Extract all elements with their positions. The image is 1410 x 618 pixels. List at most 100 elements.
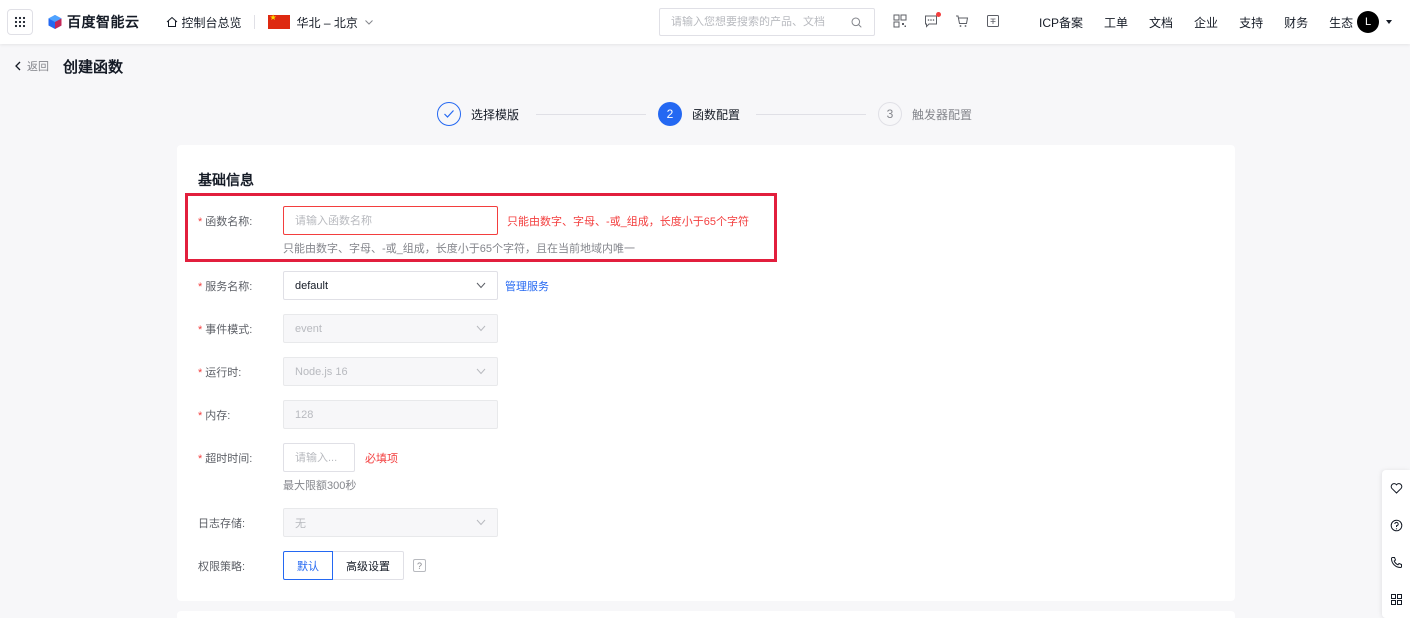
apps-icon bbox=[1390, 594, 1402, 605]
contact-button[interactable] bbox=[1382, 544, 1410, 581]
nav-link-ecosystem[interactable]: 生态 bbox=[1329, 14, 1353, 31]
top-navigation-bar: 百度智能云 控制台总览 华北 – 北京 ICP备案 工单 文档 企业 支 bbox=[0, 0, 1410, 44]
qrcode-icon bbox=[893, 14, 907, 28]
home-icon bbox=[166, 16, 177, 27]
permission-default-option[interactable]: 默认 bbox=[283, 551, 333, 580]
bill-icon bbox=[987, 15, 999, 27]
permission-advanced-option[interactable]: 高级设置 bbox=[333, 551, 404, 580]
nav-link-support[interactable]: 支持 bbox=[1239, 14, 1263, 31]
feedback-button[interactable] bbox=[1382, 470, 1410, 507]
step-label: 选择模版 bbox=[471, 107, 520, 122]
step-select-template[interactable]: 选择模版 bbox=[437, 102, 519, 126]
permission-label: 权限策略: bbox=[198, 561, 246, 573]
help-icon[interactable]: ? bbox=[413, 559, 426, 572]
chevron-down-icon bbox=[476, 519, 486, 526]
memory-input[interactable]: 128 bbox=[283, 400, 498, 429]
manage-service-link[interactable]: 管理服务 bbox=[505, 278, 549, 294]
cart-icon bbox=[956, 15, 969, 27]
brand-logo[interactable]: 百度智能云 bbox=[47, 12, 140, 32]
runtime-value: Node.js 16 bbox=[295, 365, 348, 378]
global-search[interactable] bbox=[659, 8, 875, 36]
log-storage-select[interactable]: 无 bbox=[283, 508, 498, 537]
next-section-card bbox=[177, 611, 1235, 618]
console-overview-label: 控制台总览 bbox=[181, 15, 242, 30]
memory-label: * 内存: bbox=[198, 410, 231, 422]
step-function-config[interactable]: 2 函数配置 bbox=[658, 102, 740, 126]
phone-icon bbox=[1390, 557, 1402, 569]
console-overview-link[interactable]: 控制台总览 bbox=[166, 14, 242, 31]
billing-button[interactable] bbox=[986, 14, 1002, 30]
function-name-field[interactable] bbox=[283, 206, 498, 235]
page-header: 返回 创建函数 bbox=[0, 46, 1410, 86]
caret-down-icon[interactable] bbox=[1386, 20, 1392, 24]
messages-button[interactable] bbox=[924, 12, 941, 30]
chevron-down-icon bbox=[476, 368, 486, 375]
back-label: 返回 bbox=[27, 61, 49, 73]
nav-link-icp[interactable]: ICP备案 bbox=[1039, 14, 1083, 31]
service-name-value: default bbox=[295, 279, 329, 292]
step-number: 2 bbox=[658, 102, 682, 126]
timeout-field[interactable] bbox=[283, 443, 355, 472]
back-button[interactable]: 返回 bbox=[14, 58, 49, 74]
function-name-error: 只能由数字、字母、-或_组成，长度小于65个字符 bbox=[507, 216, 750, 228]
nav-link-docs[interactable]: 文档 bbox=[1149, 14, 1173, 31]
memory-value: 128 bbox=[295, 408, 314, 421]
function-name-label: * 函数名称: bbox=[198, 216, 253, 228]
baidu-cloud-logo-icon bbox=[48, 15, 62, 29]
chevron-down-icon bbox=[476, 282, 486, 289]
notification-dot bbox=[936, 12, 941, 17]
step-number: 3 bbox=[878, 102, 902, 126]
wizard-steps: 选择模版 2 函数配置 3 触发器配置 bbox=[0, 100, 1410, 128]
step-trigger-config[interactable]: 3 触发器配置 bbox=[878, 102, 972, 126]
chevron-left-icon bbox=[15, 61, 21, 71]
user-menu[interactable]: L bbox=[1357, 11, 1392, 33]
service-name-label: * 服务名称: bbox=[198, 281, 253, 293]
toolbar-icons bbox=[893, 12, 1017, 30]
log-storage-label: 日志存储: bbox=[198, 518, 246, 530]
nav-link-enterprise[interactable]: 企业 bbox=[1194, 14, 1218, 31]
chevron-down-icon bbox=[476, 325, 486, 332]
search-input[interactable] bbox=[671, 16, 841, 28]
function-name-input[interactable] bbox=[295, 214, 497, 227]
help-button[interactable] bbox=[1382, 507, 1410, 544]
chevron-down-icon bbox=[365, 20, 373, 25]
nav-link-finance[interactable]: 财务 bbox=[1284, 14, 1308, 31]
service-name-select[interactable]: default bbox=[283, 271, 498, 300]
runtime-select[interactable]: Node.js 16 bbox=[283, 357, 498, 386]
step-connector bbox=[536, 114, 646, 115]
log-storage-value: 无 bbox=[295, 517, 306, 530]
permission-segmented-control: 默认 高级设置 bbox=[283, 551, 404, 580]
section-title: 基础信息 bbox=[198, 172, 254, 188]
avatar[interactable]: L bbox=[1357, 11, 1379, 33]
event-mode-select[interactable]: event bbox=[283, 314, 498, 343]
cart-button[interactable] bbox=[955, 14, 971, 30]
apps-button[interactable] bbox=[1382, 581, 1410, 618]
step-label: 函数配置 bbox=[692, 107, 741, 122]
step-check-icon bbox=[437, 102, 461, 126]
timeout-hint: 最大限额300秒 bbox=[283, 480, 357, 492]
search-icon[interactable] bbox=[851, 17, 862, 28]
app-menu-button[interactable] bbox=[7, 9, 33, 35]
region-selector[interactable]: 华北 – 北京 bbox=[267, 13, 374, 31]
event-mode-value: event bbox=[295, 322, 322, 335]
top-nav-links: ICP备案 工单 文档 企业 支持 财务 生态 bbox=[1039, 0, 1374, 44]
timeout-label: * 超时时间: bbox=[198, 453, 253, 465]
event-mode-label: * 事件模式: bbox=[198, 324, 253, 336]
floating-toolbar bbox=[1382, 470, 1410, 618]
china-flag-icon bbox=[267, 13, 290, 29]
divider bbox=[253, 15, 255, 29]
timeout-error: 必填项 bbox=[365, 453, 398, 465]
step-connector bbox=[756, 114, 866, 115]
help-circle-icon bbox=[1390, 519, 1402, 532]
timeout-input[interactable] bbox=[295, 451, 354, 464]
page-title: 创建函数 bbox=[63, 58, 124, 76]
function-name-hint: 只能由数字、字母、-或_组成，长度小于65个字符，且在当前地域内唯一 bbox=[283, 243, 636, 255]
region-label: 华北 – 北京 bbox=[296, 15, 358, 30]
step-label: 触发器配置 bbox=[912, 107, 973, 122]
brand-name: 百度智能云 bbox=[67, 14, 140, 30]
heart-icon bbox=[1390, 483, 1402, 494]
qrcode-button[interactable] bbox=[893, 14, 909, 30]
runtime-label: * 运行时: bbox=[198, 367, 242, 379]
grid-icon bbox=[14, 16, 26, 28]
nav-link-ticket[interactable]: 工单 bbox=[1104, 14, 1128, 31]
